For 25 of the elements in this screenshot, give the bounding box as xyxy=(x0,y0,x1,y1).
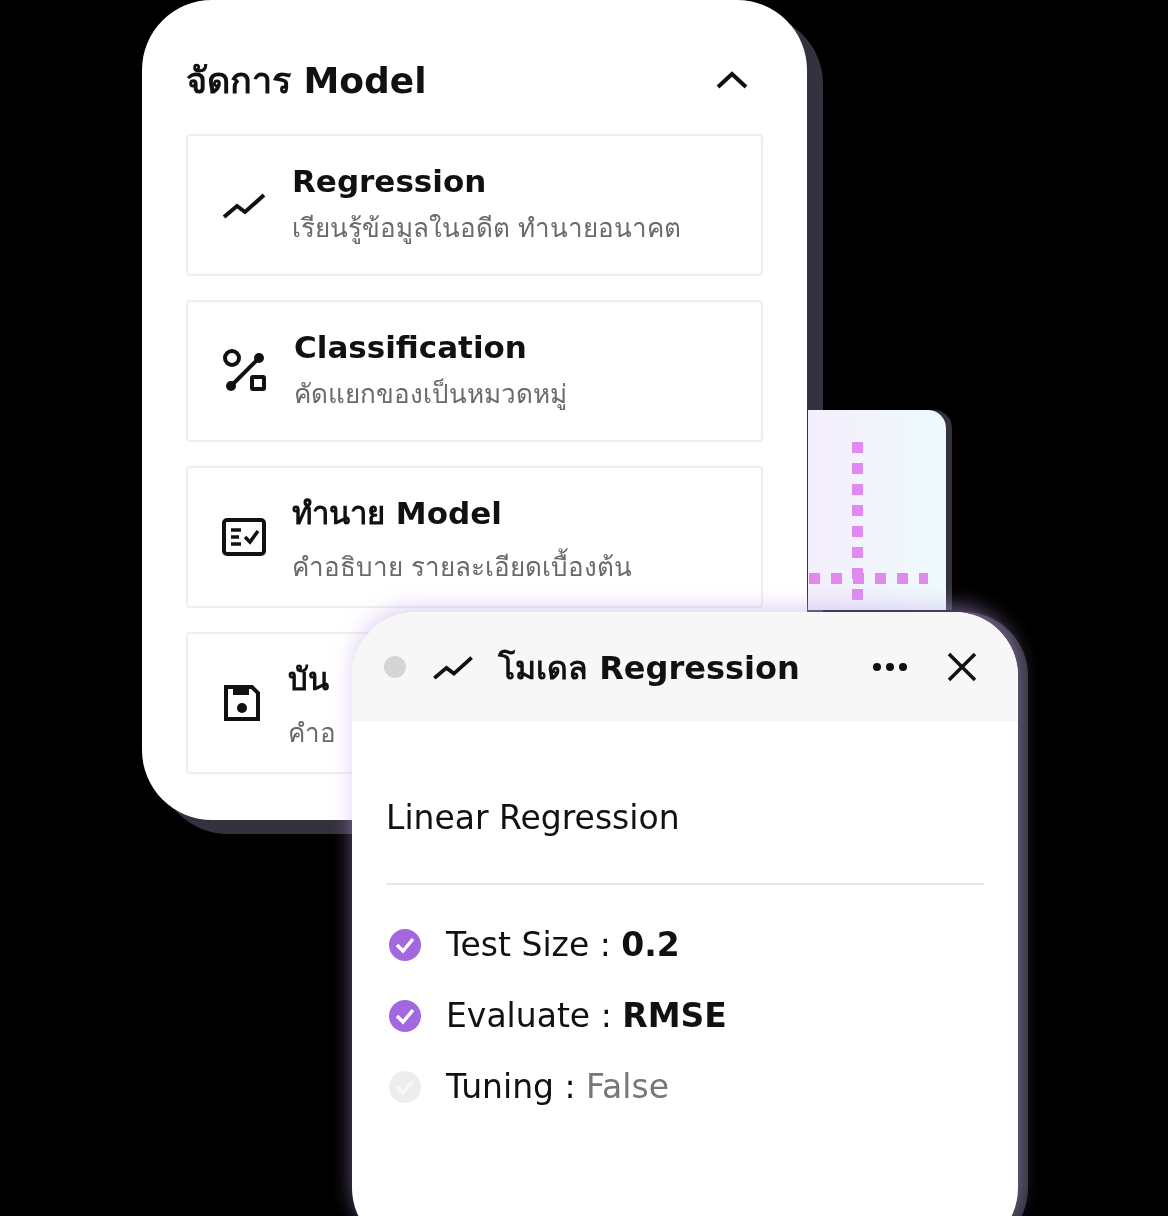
popup-title: โมเดล Regression xyxy=(498,647,801,689)
model-name: Linear Regression xyxy=(386,798,681,837)
checklist-icon xyxy=(222,518,266,556)
setting-text: Test Size : 0.2 xyxy=(446,925,680,964)
option-title: Classification xyxy=(294,328,528,365)
option-description: คำอ xyxy=(288,716,336,750)
shapes-icon xyxy=(222,348,268,394)
option-title: Regression xyxy=(292,162,488,199)
option-title: ทำนาย Model xyxy=(292,493,503,533)
setting-text: Tuning : False xyxy=(446,1067,669,1106)
close-icon[interactable] xyxy=(946,651,978,683)
status-dot xyxy=(384,656,406,678)
option-description: คำอธิบาย รายละเอียดเบื้องต้น xyxy=(292,545,633,587)
setting-text: Evaluate : RMSE xyxy=(446,996,727,1035)
option-description: คัดแยกของเป็นหมวดหมู่ xyxy=(294,377,567,412)
model-option[interactable]: Classification คัดแยกของเป็นหมวดหมู่ xyxy=(186,300,763,442)
save-icon xyxy=(222,683,262,723)
panel-title: จัดการ Model xyxy=(186,58,427,103)
more-icon[interactable] xyxy=(872,662,908,672)
model-option[interactable]: Regression เรียนรู้ข้อมูลในอดีต ทำนายอนาคต xyxy=(186,134,763,276)
trend-icon xyxy=(432,653,474,681)
chevron-icon[interactable] xyxy=(715,70,749,90)
option-title: บัน xyxy=(288,659,330,699)
model-option[interactable]: ทำนาย Model คำอธิบาย รายละเอียดเบื้องต้น xyxy=(186,466,763,608)
option-description: เรียนรู้ข้อมูลในอดีต ทำนายอนาคต xyxy=(292,211,682,246)
